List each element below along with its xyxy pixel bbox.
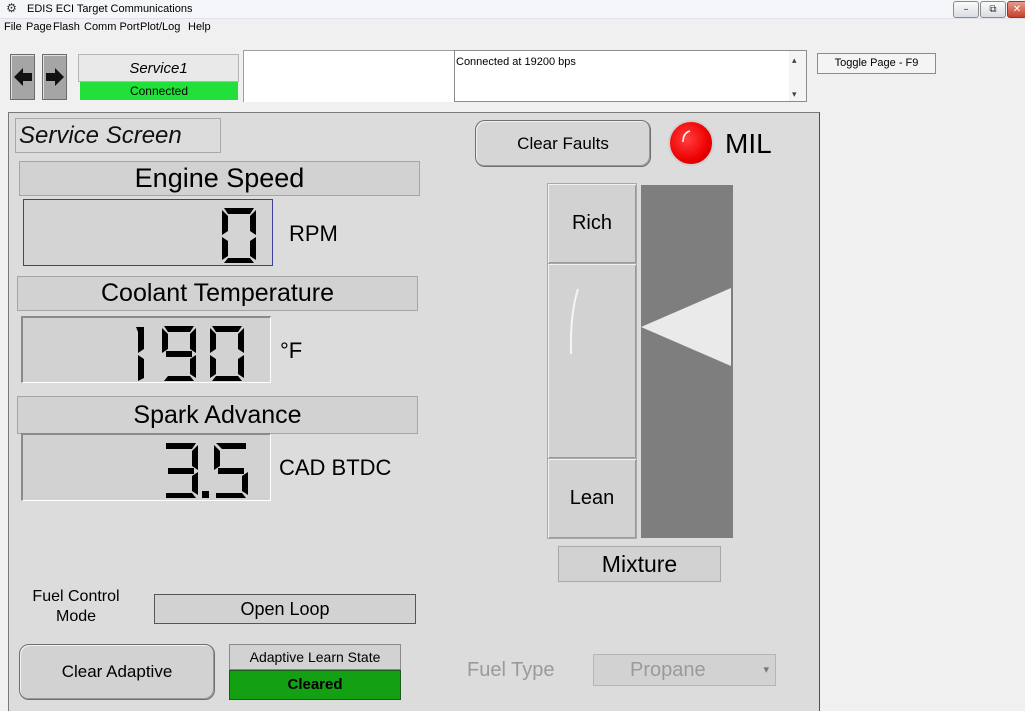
fuel-control-mode-value: Open Loop xyxy=(154,594,416,624)
menu-comm-port[interactable]: Comm Port xyxy=(84,21,140,33)
spark-advance-digits xyxy=(166,443,248,498)
connection-status: Connected xyxy=(80,82,238,100)
coolant-temperature-label: Coolant Temperature xyxy=(17,276,418,311)
menu-page[interactable]: Page xyxy=(26,21,52,33)
fuel-type-value: Propane xyxy=(630,659,706,681)
fuel-type-select[interactable]: Propane ▾ xyxy=(593,654,776,686)
menu-bar: File Page Flash Comm Port Plot/Log Help xyxy=(0,19,1025,36)
clear-faults-button[interactable]: Clear Faults xyxy=(475,120,651,167)
rich-button[interactable]: Rich xyxy=(547,183,637,264)
clear-adaptive-button[interactable]: Clear Adaptive xyxy=(19,644,215,700)
coolant-temperature-unit: °F xyxy=(280,338,303,363)
status-log: Connected at 19200 bps ▴ ▾ xyxy=(454,50,807,102)
page-title: Service Screen xyxy=(15,118,221,153)
spark-advance-label: Spark Advance xyxy=(17,396,418,434)
mil-lamp-icon xyxy=(668,120,714,166)
back-button[interactable] xyxy=(10,54,35,100)
fuel-control-mode-label: Fuel Control Mode xyxy=(32,588,120,625)
scroll-up-icon[interactable]: ▴ xyxy=(792,55,797,66)
service-panel: Service Screen Engine Speed RPM Coolant … xyxy=(8,112,820,711)
menu-file[interactable]: File xyxy=(4,21,22,33)
minimize-button[interactable]: – xyxy=(953,1,979,18)
slider-glare xyxy=(569,288,579,355)
page-name: Service1 xyxy=(78,54,239,82)
mil-label: MIL xyxy=(725,128,772,159)
window-title: EDIS ECI Target Communications xyxy=(27,3,193,15)
status-log-text: Connected at 19200 bps xyxy=(456,56,576,68)
right-blank-area xyxy=(820,102,1025,711)
fuel-type-label: Fuel Type xyxy=(467,659,555,681)
spark-advance-unit: CAD BTDC xyxy=(279,455,392,480)
engine-speed-label: Engine Speed xyxy=(19,161,420,196)
engine-speed-digits xyxy=(222,208,256,263)
arrow-right-icon xyxy=(46,68,64,86)
lean-button[interactable]: Lean xyxy=(547,458,637,539)
toggle-page-button[interactable]: Toggle Page - F9 xyxy=(817,53,936,74)
menu-plot-log[interactable]: Plot/Log xyxy=(140,21,180,33)
mixture-indicator-bar xyxy=(641,185,733,538)
engine-speed-readout xyxy=(23,199,273,266)
arrow-left-icon xyxy=(14,68,32,86)
mixture-label: Mixture xyxy=(558,546,721,582)
close-button[interactable]: ✕ xyxy=(1007,1,1025,18)
blank-panel xyxy=(243,50,454,102)
chevron-down-icon[interactable]: ▾ xyxy=(763,655,769,685)
coolant-temperature-readout xyxy=(21,316,271,383)
engine-speed-unit: RPM xyxy=(289,221,338,246)
coolant-temperature-digits xyxy=(136,326,244,381)
adaptive-learn-state-label: Adaptive Learn State xyxy=(229,644,401,670)
mixture-slider-track[interactable] xyxy=(547,263,637,459)
scroll-down-icon[interactable]: ▾ xyxy=(792,89,797,100)
forward-button[interactable] xyxy=(42,54,67,100)
menu-flash[interactable]: Flash xyxy=(53,21,80,33)
mixture-pointer-icon xyxy=(641,288,731,366)
app-logo-icon[interactable]: ⚙ xyxy=(4,1,19,16)
status-log-scrollbar[interactable]: ▴ ▾ xyxy=(789,51,806,101)
spark-advance-readout xyxy=(21,433,271,501)
title-bar: ⚙ EDIS ECI Target Communications – ⧉ ✕ xyxy=(0,0,1025,19)
maximize-button[interactable]: ⧉ xyxy=(980,1,1006,18)
adaptive-learn-state-value: Cleared xyxy=(229,670,401,700)
menu-help[interactable]: Help xyxy=(188,21,211,33)
